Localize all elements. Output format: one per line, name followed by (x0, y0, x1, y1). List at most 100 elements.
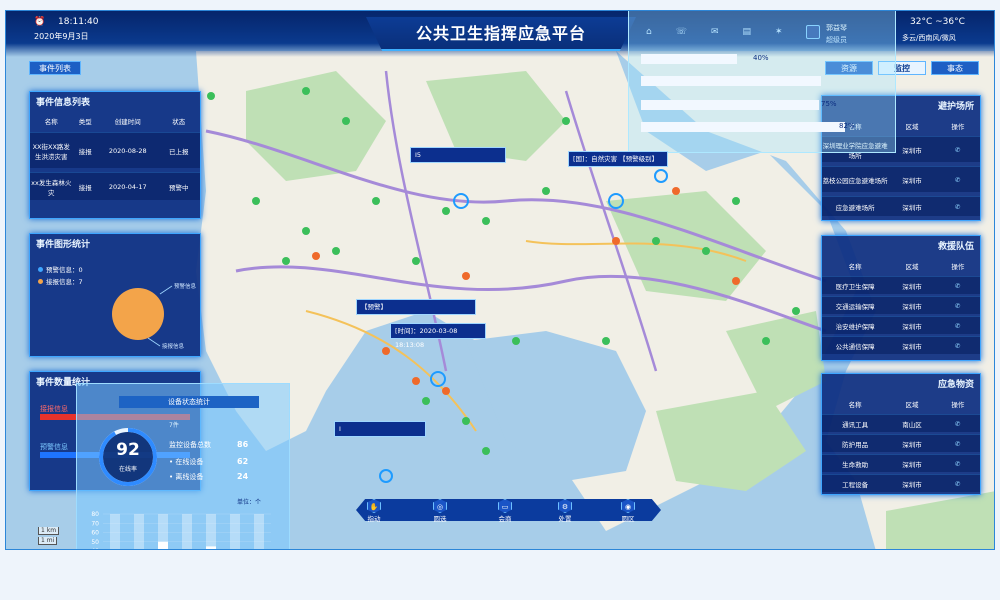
dashboard-screen: ⏰ 18:11:40 2020年9月3日 公共卫生指挥应急平台 ⌂ ☏ ✉ ▤ … (5, 10, 995, 550)
globe-icon: ◉ (621, 499, 635, 513)
progress-label-a: 40% (753, 54, 769, 62)
map-info-card[interactable]: [时间]：2020-03-08 18:13:08 (390, 323, 486, 349)
bar-background (134, 514, 144, 549)
bar-background (254, 514, 264, 549)
progress-bar-c (641, 100, 819, 110)
table-row[interactable]: XX街XX路发生洪涝灾害 接报 2020-08-28 已上报 (30, 132, 200, 168)
phone-icon[interactable]: ✆ (936, 322, 980, 330)
bar (158, 541, 168, 549)
table-row[interactable]: 生命救助 深圳市 ✆ (822, 454, 980, 472)
weather-temperature: 32°C ~36°C (910, 17, 965, 27)
phone-icon[interactable]: ✆ (936, 176, 980, 184)
supplies-header: 名称 区域 操作 (848, 401, 965, 409)
pie-label-warning: 预警信息 (174, 284, 197, 290)
table-row[interactable]: 医疗卫生保障 深圳市 ✆ (822, 276, 980, 294)
scale-bar-mi: 1 mi (38, 537, 58, 545)
device-status-panel: 设备状态统计 7件 92 在线率 监控设备总数 86 • 在线设备 62 • 离… (76, 383, 290, 549)
table-row[interactable]: 荔枝公园应急避难场所 深圳市 ✆ (822, 166, 980, 192)
phone-icon[interactable]: ✆ (936, 480, 980, 488)
device-status-title: 设备状态统计 (119, 396, 259, 408)
header-time: 18:11:40 (58, 17, 99, 27)
circle-icon: ◎ (433, 499, 447, 513)
offline-devices-value: 24 (237, 472, 249, 481)
phone-icon[interactable]: ✆ (936, 460, 980, 468)
table-row[interactable]: 交通运输保障 深圳市 ✆ (822, 296, 980, 314)
page-title: 公共卫生指挥应急平台 (366, 17, 636, 51)
hand-icon: ✋ (367, 499, 381, 513)
event-graph-panel: 事件图形统计 预警信息：0 接报信息：7 预警信息 接报信息 (29, 233, 201, 357)
gauge-value: 92 (116, 440, 140, 460)
bar-background (230, 514, 240, 549)
table-row[interactable]: 工程设备 深圳市 ✆ (822, 474, 980, 492)
toolbar-area-button[interactable]: ◉ 圆区 (614, 499, 642, 523)
map-info-card[interactable]: I5 (410, 147, 506, 163)
rescue-team-panel: 救援队伍 名称 区域 操作 医疗卫生保障 深圳市 ✆ 交通运输保障 深圳市 ✆ 治安维护保障… (821, 235, 981, 361)
phone-icon[interactable]: ✆ (936, 420, 980, 428)
progress-bar-a (641, 54, 737, 64)
monitor-icon: ▭ (498, 499, 512, 513)
cell-status: 已上报 (169, 147, 189, 156)
scale-bar-km: 1 km (38, 527, 60, 535)
map-info-card[interactable]: [国]：自然灾害 【预警级别】 (568, 151, 668, 167)
event-info-title: 事件信息列表 (36, 98, 91, 108)
building-device-bar-chart: 01020304050607080A栋 B栋 C栋 D栋 E栋 F栋 G栋 (91, 511, 271, 549)
y-tick-label: 50 (91, 539, 99, 546)
shelter-title: 避护场所 (937, 102, 974, 112)
table-row[interactable]: 治安维护保障 深圳市 ✆ (822, 316, 980, 334)
table-row[interactable]: 应急避难场所 深圳市 ✆ (822, 196, 980, 216)
tab-event-list[interactable]: 事件列表 (29, 61, 81, 75)
bar-background (182, 514, 192, 549)
toolbar-circle-select-button[interactable]: ◎ 圆选 (426, 499, 454, 523)
cell-status: 预警中 (169, 183, 189, 192)
phone-icon[interactable]: ✆ (936, 302, 980, 310)
gauge-label: 在线率 (118, 466, 137, 473)
chart-unit: 单位：个 (237, 499, 262, 506)
toolbar-dispose-button[interactable]: ⚙ 处置 (551, 499, 579, 523)
count-label-warning: 预警信息 (40, 443, 68, 451)
bar-background (206, 514, 216, 549)
y-tick-label: 60 (91, 530, 99, 537)
phone-icon[interactable]: ✆ (936, 203, 980, 211)
offline-devices-label: • 离线设备 (169, 473, 204, 481)
col-type: 类型 (78, 118, 92, 126)
col-status: 状态 (172, 118, 186, 126)
map-info-card[interactable]: I (334, 421, 426, 437)
weather-description: 多云/西南风/微风 (902, 34, 956, 42)
progress-label-b: 82% (839, 122, 855, 130)
progress-label-c: 75% (821, 100, 837, 108)
progress-bar-d (641, 122, 845, 132)
map-info-card[interactable]: 【预警】 (356, 299, 476, 315)
supplies-panel: 应急物资 名称 区域 操作 通讯工具 南山区 ✆ 防护用品 深圳市 ✆ 生命救助 深圳市 ✆ 工… (821, 373, 981, 495)
online-devices-label: • 在线设备 (169, 458, 204, 466)
phone-icon[interactable]: ✆ (936, 440, 980, 448)
tools-icon: ⚙ (558, 499, 572, 513)
col-name: 名称 (44, 118, 58, 126)
table-row[interactable]: 通讯工具 南山区 ✆ (822, 414, 980, 432)
phone-icon[interactable]: ✆ (936, 342, 980, 350)
count-value: 7件 (169, 422, 179, 429)
cell-date: 2020-08-28 (108, 146, 147, 155)
y-tick-label: 80 (91, 511, 99, 518)
phone-icon[interactable]: ✆ (936, 146, 980, 154)
progress-bar-b (641, 76, 821, 86)
bar-background (110, 514, 120, 549)
table-row[interactable]: xx发生森林火灾 接报 2020-04-17 预警中 (30, 172, 200, 200)
y-tick-label: 70 (91, 520, 99, 527)
cell-name: xx发生森林火灾 (31, 178, 72, 197)
cell-type: 接报 (78, 183, 92, 192)
table-row[interactable]: 防护用品 深圳市 ✆ (822, 434, 980, 452)
legend-warning: 预警信息：0 (38, 264, 83, 276)
toolbar-move-button[interactable]: ✋ 指动 (360, 499, 388, 523)
table-row[interactable]: 公共通信保障 深圳市 ✆ (822, 336, 980, 354)
cell-type: 接报 (78, 147, 92, 156)
cell-name: XX街XX路发生洪涝灾害 (32, 142, 70, 161)
rescue-team-header: 名称 区域 操作 (848, 263, 965, 271)
event-graph-legend: 预警信息：0 接报信息：7 (38, 264, 83, 288)
total-devices-label: 监控设备总数 (169, 441, 211, 449)
toolbar-consult-button[interactable]: ▭ 会商 (491, 499, 519, 523)
phone-icon[interactable]: ✆ (936, 282, 980, 290)
tab-situation[interactable]: 事态 (931, 61, 979, 75)
col-date: 创建时间 (114, 118, 141, 126)
online-devices-value: 62 (237, 457, 249, 466)
progress-overlay: 40% 75% 82% (628, 11, 896, 153)
